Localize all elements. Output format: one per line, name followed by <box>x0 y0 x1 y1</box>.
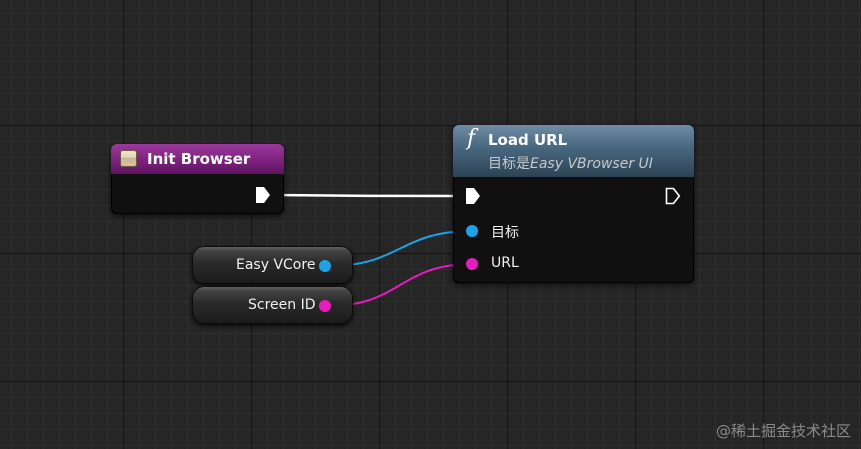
exec-wire[interactable] <box>271 193 469 198</box>
easy-vcore-output-pin[interactable] <box>319 260 331 272</box>
target-pin[interactable] <box>466 225 478 237</box>
init-browser-title: Init Browser <box>147 150 251 168</box>
url-pin-label: URL <box>491 255 519 271</box>
easy-vcore-variable-node[interactable]: Easy VCore <box>192 246 353 284</box>
url-pin[interactable] <box>466 258 478 270</box>
wire-layer <box>271 193 473 307</box>
event-box-icon <box>120 150 137 167</box>
exec-in-arrow-icon[interactable] <box>465 187 481 205</box>
target-class: Easy VBrowser UI <box>530 156 653 172</box>
exec-out-arrow-icon[interactable] <box>255 186 271 204</box>
exec-out-arrow-icon[interactable] <box>665 187 681 205</box>
load-url-header: f Load URL 目标是Easy VBrowser UI <box>453 125 694 177</box>
load-url-target-subtitle: 目标是Easy VBrowser UI <box>488 153 653 173</box>
target-prefix: 目标是 <box>488 156 530 172</box>
init-browser-node[interactable]: Init Browser <box>111 144 284 214</box>
easy-vcore-label: Easy VCore <box>236 257 316 273</box>
init-browser-header: Init Browser <box>111 144 284 174</box>
watermark: @稀土掘金技术社区 <box>715 422 851 440</box>
load-url-title: Load URL <box>488 131 568 149</box>
target-pin-label: 目标 <box>491 225 519 241</box>
screen-id-label: Screen ID <box>248 297 316 313</box>
function-icon: f <box>467 126 476 151</box>
screen-id-output-pin[interactable] <box>319 300 331 312</box>
load-url-node[interactable]: f Load URL 目标是Easy VBrowser UI 目标 URL <box>453 125 694 283</box>
screen-id-variable-node[interactable]: Screen ID <box>192 286 353 324</box>
